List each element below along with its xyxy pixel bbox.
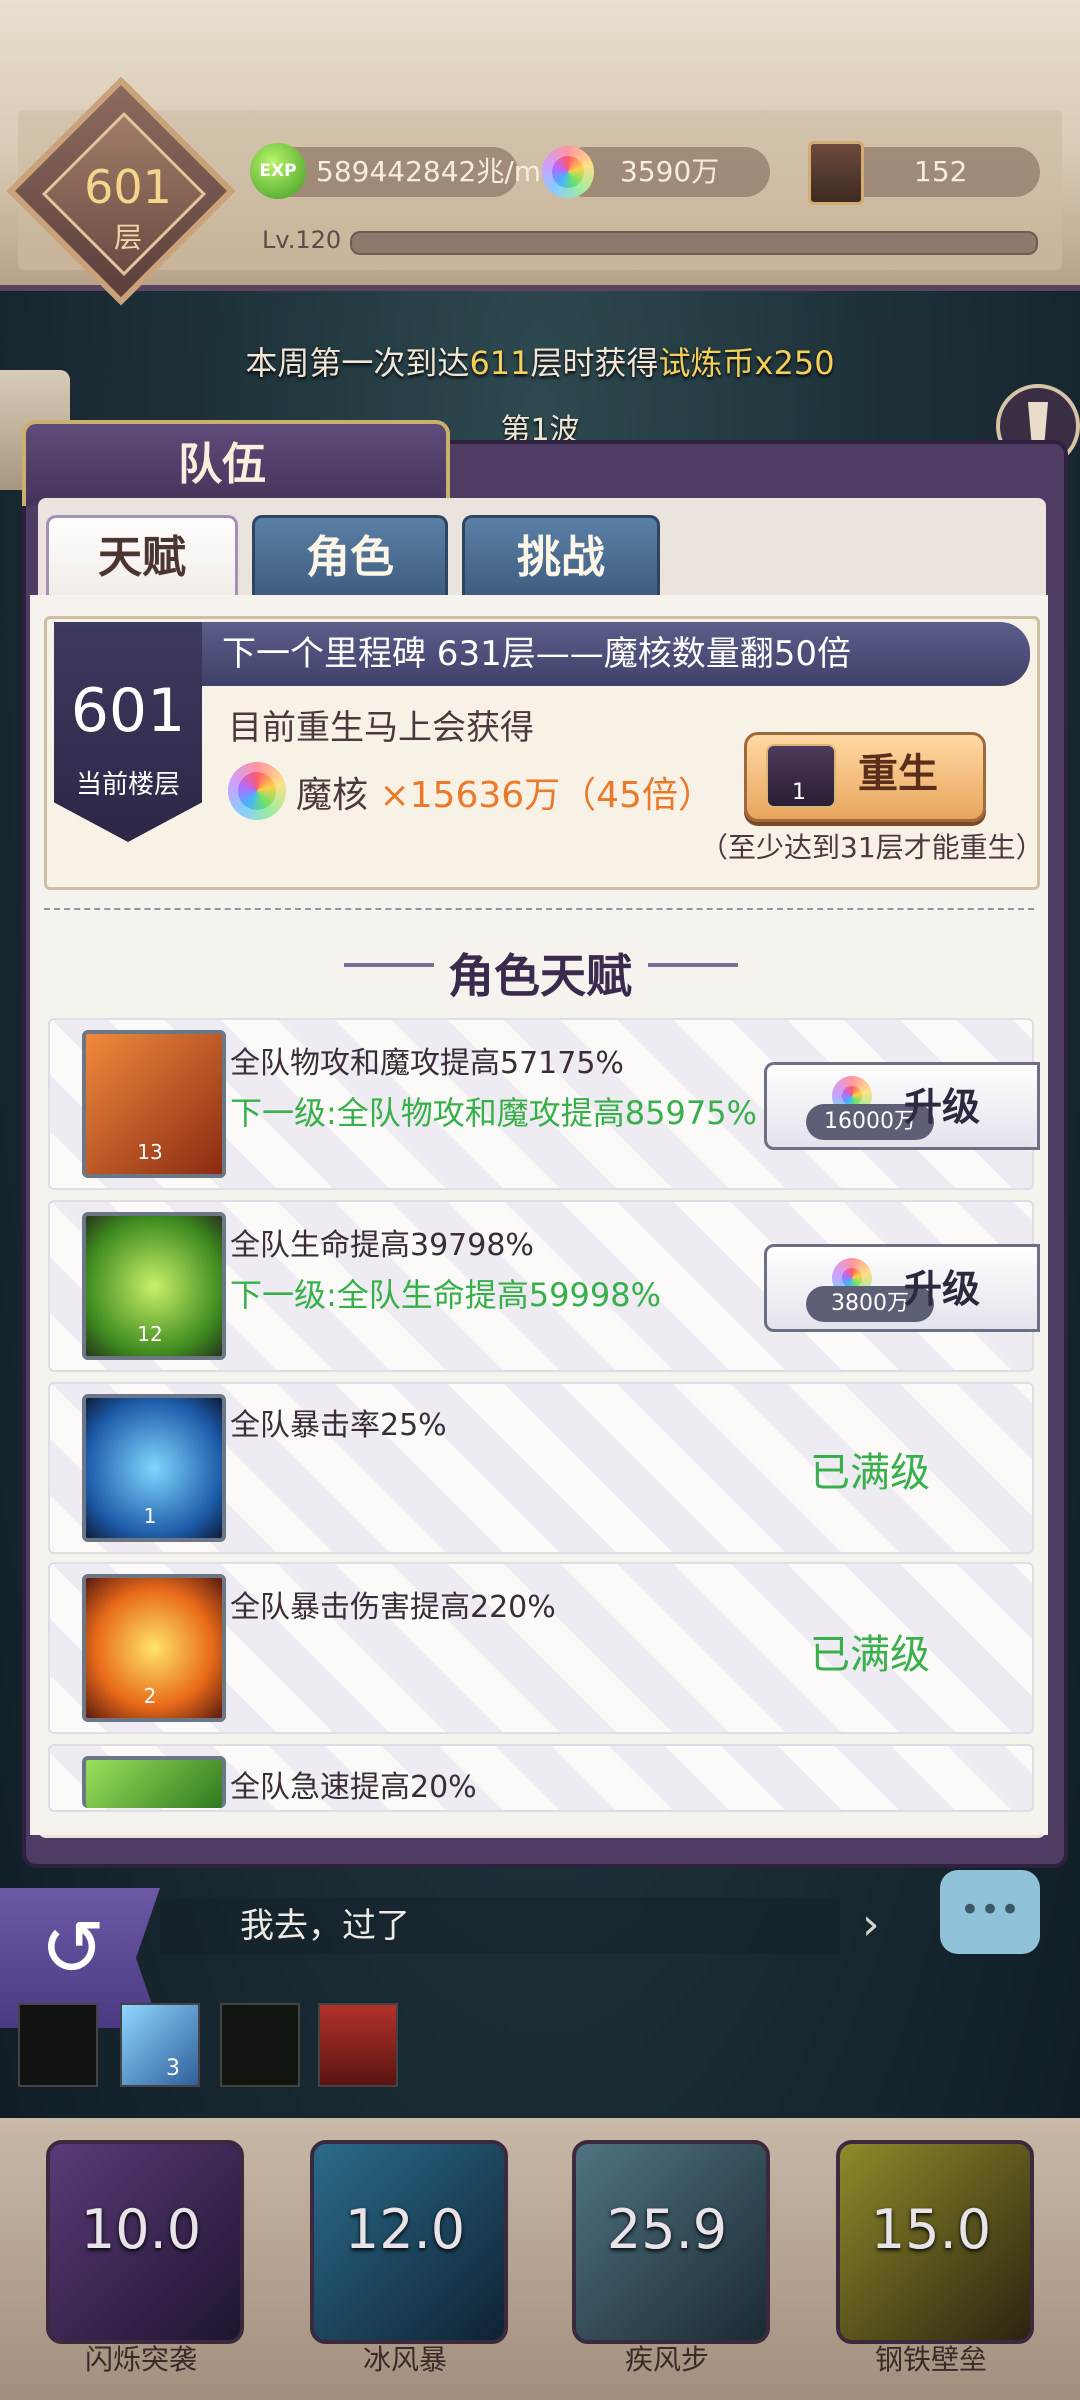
weekly-reward-notice: 本周第一次到达611层时获得试炼币x250 xyxy=(0,338,1080,384)
magic-core-icon xyxy=(228,762,286,820)
current-floor-value: 601 xyxy=(70,676,186,746)
buff-stack-count: 3 xyxy=(166,2056,180,2081)
talent-effect: 全队暴击率25% xyxy=(230,1408,447,1443)
core-value: 3590万 xyxy=(620,155,720,188)
rebirth-requirement-note: （至少达到31层才能重生） xyxy=(700,831,1044,864)
swirl-icon: ↺ xyxy=(40,1904,106,1994)
talent-effect: 全队物攻和魔攻提高57175% xyxy=(230,1046,624,1081)
upgrade-label: 升级 xyxy=(904,1266,981,1311)
rebirth-cost: 1 xyxy=(792,780,806,805)
rebirth-hint: 目前重生马上会获得 xyxy=(228,708,534,748)
core-amount: ×15636万（45倍） xyxy=(379,775,714,816)
team-title: 队伍 xyxy=(178,439,266,490)
talent-effect: 全队暴击伤害提高220% xyxy=(230,1590,556,1625)
chevron-right-icon[interactable]: › xyxy=(862,1900,880,1950)
skill-cooldown: 12.0 xyxy=(344,2198,466,2261)
milestone-text: 下一个里程碑 631层——魔核数量翻50倍 xyxy=(222,634,851,674)
current-floor-number: 601 xyxy=(84,160,172,214)
magic-core-icon xyxy=(542,146,594,198)
exp-value: 589442842兆/m xyxy=(316,155,542,188)
level-progress-bar xyxy=(350,231,1038,255)
section-divider xyxy=(44,908,1034,910)
chat-message: 我去，过了 xyxy=(240,1906,410,1946)
skill-cooldown: 15.0 xyxy=(870,2198,992,2261)
talent-level: 2 xyxy=(143,1684,157,1708)
tab-talent[interactable]: 天赋 xyxy=(46,515,238,596)
talent-next-effect: 下一级:全队物攻和魔攻提高85975% xyxy=(230,1094,757,1132)
reward-item: 试炼币x250 xyxy=(658,344,835,382)
skill-name: 钢铁壁垒 xyxy=(874,2343,987,2376)
buff-icon xyxy=(318,2003,398,2087)
floor-unit-label: 层 xyxy=(113,221,142,254)
rebirth-core-reward: 魔核 ×15636万（45倍） xyxy=(296,766,714,818)
reward-prefix: 本周第一次到达 xyxy=(245,344,470,382)
reward-floor: 611 xyxy=(469,344,531,382)
skill-cooldown: 10.0 xyxy=(80,2198,202,2261)
max-level-status: 已满级 xyxy=(810,1632,930,1678)
exp-heart-icon: EXP xyxy=(250,143,306,199)
rebirth-button-label: 重生 xyxy=(858,750,938,797)
current-floor-label: 当前楼层 xyxy=(75,770,180,800)
spellbook-icon xyxy=(808,141,864,205)
skill-name: 疾风步 xyxy=(624,2343,709,2376)
tab-challenge[interactable]: 挑战 xyxy=(462,515,660,596)
max-level-status: 已满级 xyxy=(810,1450,930,1496)
haste-icon xyxy=(82,1756,226,1808)
skill-name: 冰风暴 xyxy=(362,2343,447,2376)
reward-middle: 层时获得 xyxy=(530,344,659,382)
talent-level: 12 xyxy=(137,1322,163,1346)
skill-name: 闪烁突袭 xyxy=(84,2343,197,2376)
core-label: 魔核 xyxy=(296,775,369,816)
buff-icon xyxy=(120,2003,200,2087)
player-level: Lv.120 xyxy=(262,226,342,254)
book-value: 152 xyxy=(914,155,968,188)
chat-bubble-icon[interactable]: ••• xyxy=(940,1870,1040,1954)
upgrade-label: 升级 xyxy=(904,1084,981,1129)
section-title: 角色天赋 xyxy=(448,949,632,1003)
talent-effect: 全队急速提高20% xyxy=(230,1770,477,1805)
talent-level: 13 xyxy=(137,1140,163,1164)
talent-effect: 全队生命提高39798% xyxy=(230,1228,534,1263)
tab-character[interactable]: 角色 xyxy=(252,515,448,596)
skill-cooldown: 25.9 xyxy=(606,2198,728,2261)
talent-level: 1 xyxy=(143,1504,157,1528)
buff-icon xyxy=(220,2003,300,2087)
buff-icon xyxy=(18,2003,98,2087)
talent-next-effect: 下一级:全队生命提高59998% xyxy=(230,1276,661,1314)
